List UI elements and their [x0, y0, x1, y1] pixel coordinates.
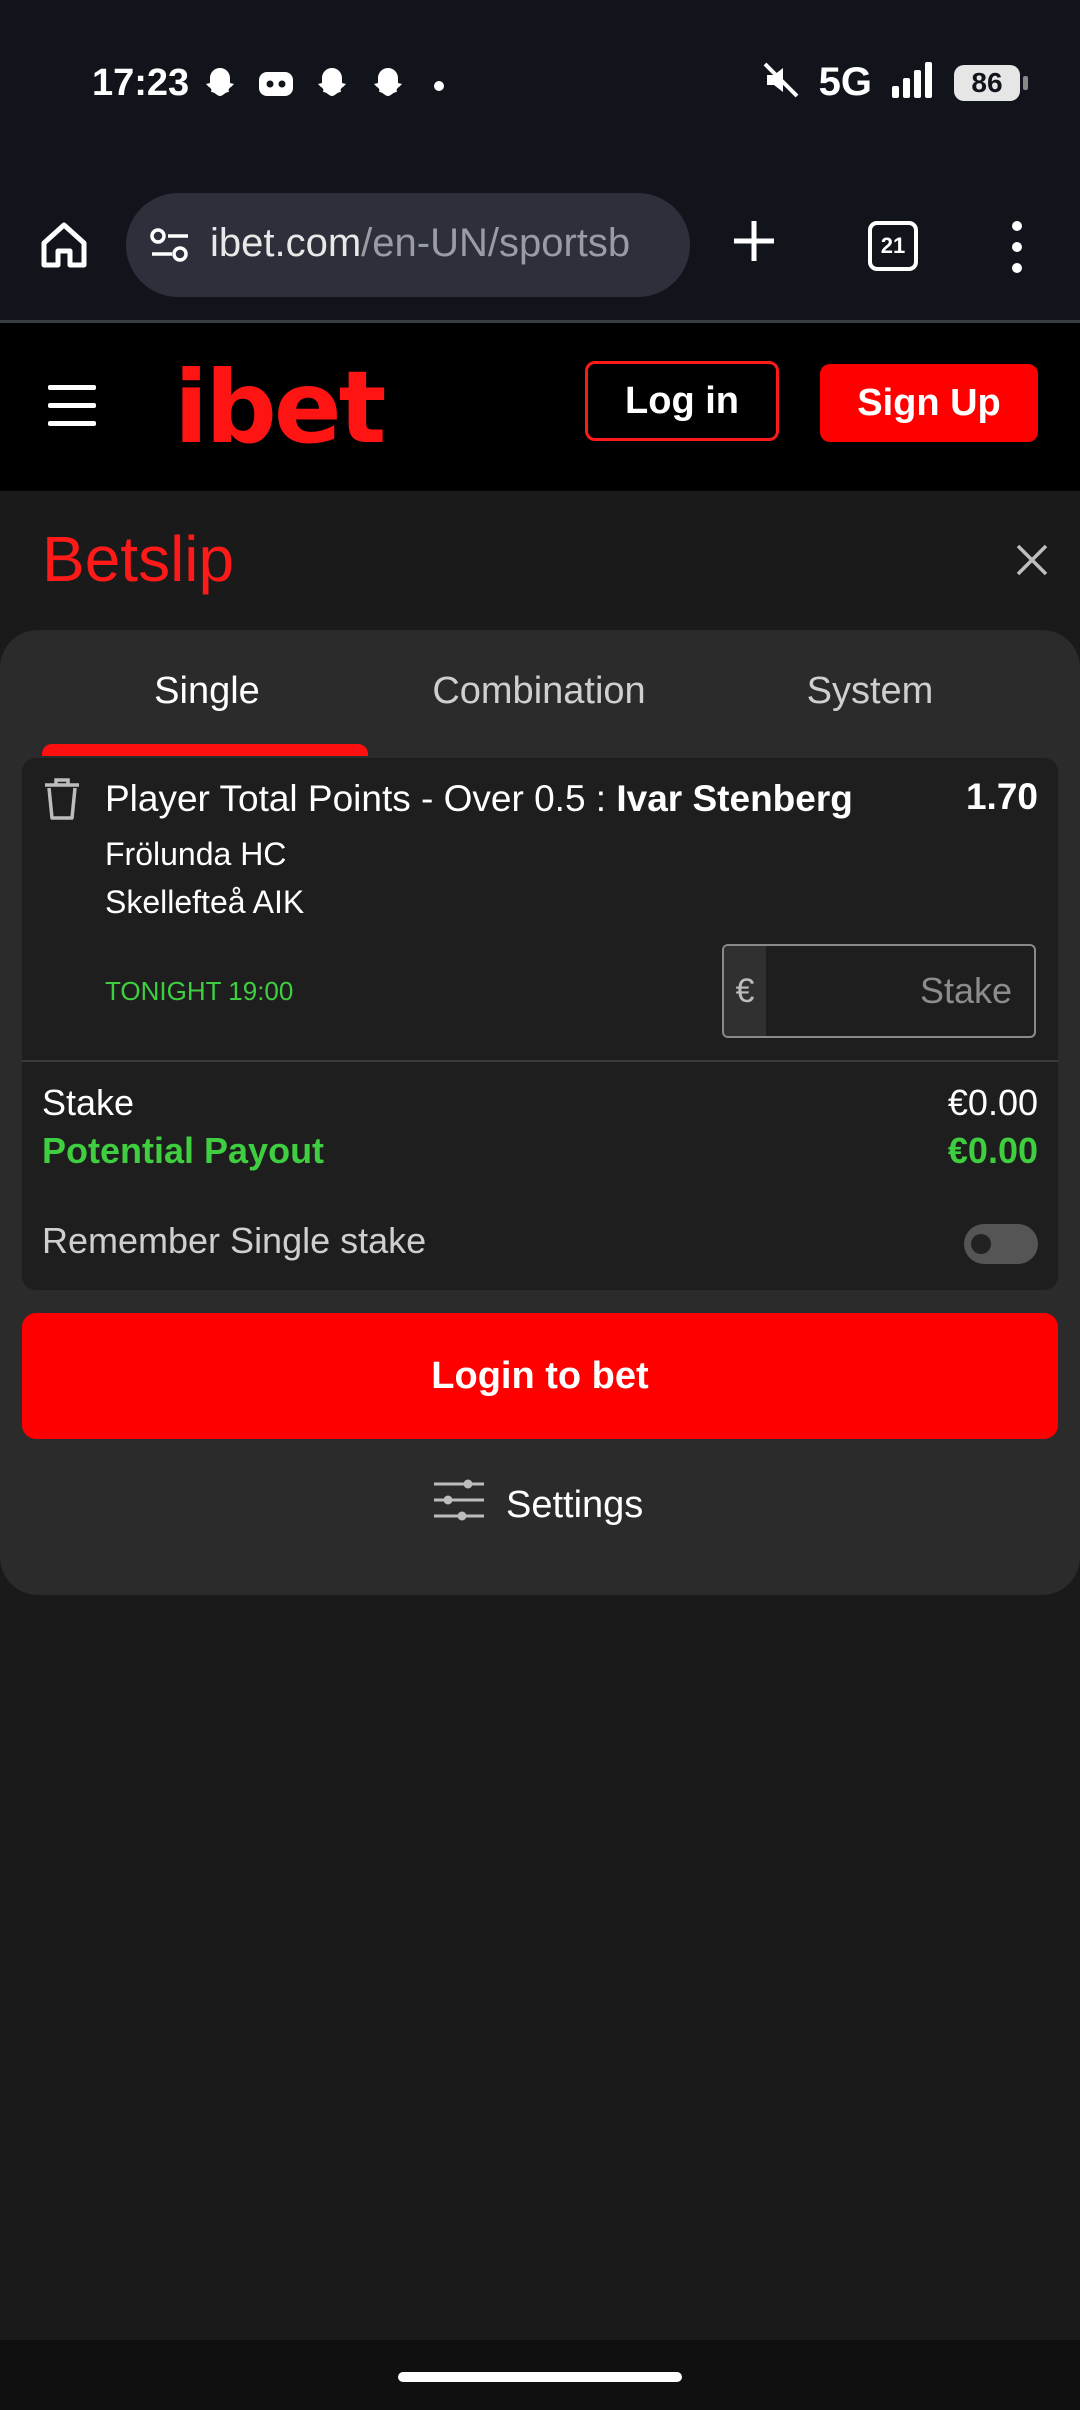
sliders-icon [432, 1478, 486, 1532]
currency-symbol: € [724, 946, 766, 1036]
dot-icon [424, 64, 454, 109]
selection-player: Ivar Stenberg [616, 778, 853, 819]
new-tab-icon[interactable] [730, 211, 778, 275]
status-bar: 17:23 5G 86 [0, 0, 1080, 175]
network-type: 5G [818, 60, 872, 104]
system-status-icons: 5G 86 [761, 60, 1028, 105]
settings-button[interactable]: Settings [432, 1478, 643, 1532]
snapchat-icon [200, 64, 240, 109]
url-path: /en-UN/sportsb [361, 221, 631, 265]
gesture-bar [0, 2340, 1080, 2410]
tab-combination[interactable]: Combination [378, 670, 700, 713]
stake-placeholder: Stake [919, 970, 1012, 1011]
settings-label: Settings [506, 1483, 644, 1526]
betslip-title: Betslip [42, 523, 235, 595]
active-tab-indicator [42, 744, 368, 756]
site-settings-icon[interactable] [148, 225, 192, 270]
away-team: Skellefteå AIK [105, 884, 305, 920]
battery-icon: 86 [954, 64, 1028, 101]
home-gesture-handle[interactable] [398, 2372, 682, 2382]
browser-toolbar: ibet.com/en-UN/sportsb 21 [0, 175, 1080, 323]
tab-single[interactable]: Single [42, 670, 372, 713]
bet-selection-card: Player Total Points - Over 0.5 : Ivar St… [22, 758, 1058, 1290]
url-text[interactable]: ibet.com/en-UN/sportsb [210, 221, 630, 266]
remember-stake-label: Remember Single stake [42, 1220, 427, 1261]
selection-title: Player Total Points - Over 0.5 : Ivar St… [105, 778, 853, 820]
signup-button[interactable]: Sign Up [820, 364, 1038, 442]
selection-odds: 1.70 [965, 776, 1038, 817]
login-button[interactable]: Log in [585, 361, 779, 441]
more-options-icon[interactable] [1008, 221, 1026, 284]
mute-icon [761, 60, 801, 105]
home-team: Frölunda HC [105, 836, 287, 872]
stake-input[interactable]: € Stake [722, 944, 1036, 1038]
payout-label: Potential Payout [42, 1130, 325, 1171]
stake-total: €0.00 [947, 1082, 1038, 1123]
trash-icon[interactable] [42, 776, 82, 822]
event-start-time: TONIGHT 19:00 [105, 976, 294, 1006]
payout-value: €0.00 [947, 1130, 1038, 1171]
notification-icons [200, 64, 454, 109]
menu-icon[interactable] [48, 385, 96, 439]
stake-label: Stake [42, 1082, 135, 1123]
snapchat-icon [312, 64, 352, 109]
site-header: ibet Log in Sign Up [0, 323, 1080, 491]
signal-icon [890, 60, 936, 105]
url-domain: ibet.com [210, 221, 362, 265]
divider [22, 1060, 1058, 1062]
snapchat-icon [368, 64, 408, 109]
home-icon[interactable] [36, 217, 92, 273]
selection-market: Player Total Points - Over 0.5 : [105, 778, 617, 819]
login-to-bet-button[interactable]: Login to bet [22, 1313, 1058, 1439]
remember-stake-toggle[interactable] [964, 1224, 1038, 1264]
ibet-logo[interactable]: ibet [174, 349, 386, 466]
status-time: 17:23 [92, 62, 190, 104]
discord-icon [256, 64, 296, 109]
tab-switcher-button[interactable]: 21 [868, 221, 918, 271]
address-bar[interactable]: ibet.com/en-UN/sportsb [126, 193, 690, 297]
close-icon[interactable] [1012, 540, 1052, 580]
tab-system[interactable]: System [710, 670, 1030, 713]
